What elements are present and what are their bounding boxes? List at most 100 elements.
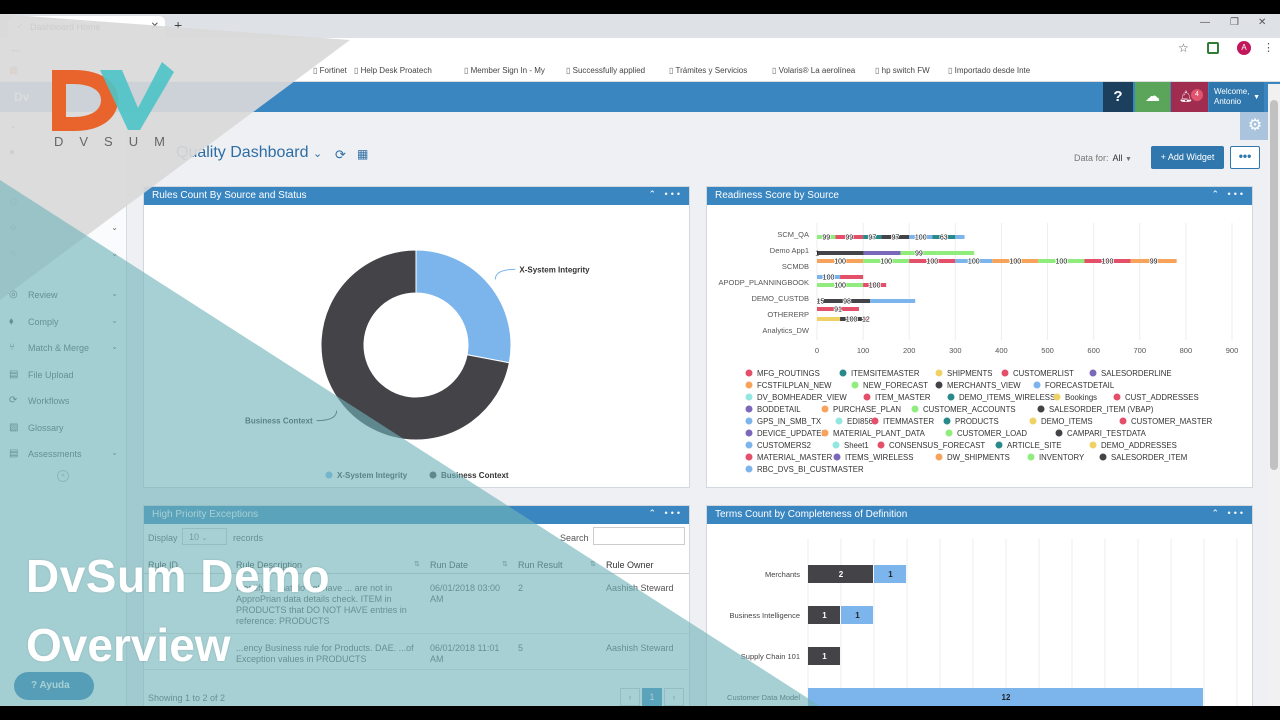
settings-gear-button[interactable]: ⚙ [1240, 112, 1270, 140]
legend-item[interactable]: ARTICLE_SITE [1007, 441, 1061, 450]
minimize-icon[interactable]: — [1200, 17, 1210, 28]
page-1-button[interactable]: 1 [642, 688, 662, 706]
sort-icon[interactable]: ⇅ [220, 560, 226, 568]
bookmark-item[interactable]: Successfully applied [566, 66, 645, 75]
widget-controls[interactable]: ⌃ ••• [1212, 508, 1247, 519]
legend-item[interactable]: DEMO_ITEMS [1041, 417, 1093, 426]
notifications-button[interactable]: 🔔︎ 4 [1171, 82, 1208, 112]
legend-item[interactable]: DW_SHIPMENTS [947, 453, 1010, 462]
page-size-select[interactable]: 10 ⌄ [182, 528, 227, 545]
collapse-sidebar-icon[interactable]: « [57, 470, 69, 482]
prev-page-button[interactable]: ‹ [620, 688, 640, 706]
sidebar-item-alerts[interactable]: ● [0, 140, 127, 166]
page-scrollbar[interactable] [1268, 84, 1280, 706]
readiness-bar-segment[interactable] [955, 235, 965, 239]
legend-item[interactable]: X-System Integrity [337, 471, 408, 480]
user-menu[interactable]: Welcome, Antonio ▼ [1209, 82, 1264, 112]
bookmark-item[interactable]: Help Desk Proatech [354, 66, 432, 75]
column-header[interactable]: Rule Description [236, 560, 302, 570]
widget-controls[interactable]: ⌃ ••• [1212, 189, 1247, 200]
legend-item[interactable]: CUSTOMER_MASTER [1131, 417, 1213, 426]
legend-item[interactable]: RBC_DVS_BI_CUSTMASTER [757, 465, 864, 474]
cloud-sync-button[interactable]: ☁ [1135, 82, 1170, 112]
legend-item[interactable]: CUSTOMER_ACCOUNTS [923, 405, 1016, 414]
sidebar-item-dashboard[interactable]: ◔ [0, 116, 127, 142]
calendar-settings-icon[interactable]: ▦ [357, 147, 368, 161]
legend-item[interactable]: CUSTOMERS2 [757, 441, 811, 450]
extension-icon[interactable] [1207, 42, 1219, 54]
data-for-filter[interactable]: Data for: All ▼ [1074, 153, 1132, 163]
widget-controls[interactable]: ⌃ ••• [649, 508, 684, 519]
back-icon[interactable]: ← [9, 41, 22, 56]
sort-icon[interactable]: ⇅ [414, 560, 420, 568]
browser-menu-icon[interactable]: ⋮ [1263, 41, 1274, 54]
legend-item[interactable]: CONSENSUS_FORECAST [889, 441, 985, 450]
legend-item[interactable]: NEW_FORECAST [863, 381, 928, 390]
legend-item[interactable]: BODDETAIL [757, 405, 801, 414]
legend-item[interactable]: INVENTORY [1039, 453, 1085, 462]
legend-item[interactable]: DEMO_ITEMS_WIRELESS [959, 393, 1055, 402]
sort-icon[interactable]: ⇅ [502, 560, 508, 568]
add-widget-button[interactable]: + Add Widget [1151, 146, 1224, 169]
legend-item[interactable]: SALESORDERLINE [1101, 369, 1172, 378]
new-tab-button[interactable]: + [174, 17, 182, 33]
maximize-icon[interactable]: ❐ [1230, 17, 1239, 28]
readiness-bar-segment[interactable] [937, 251, 975, 255]
sidebar-item-file-upload[interactable]: ▤ File Upload [0, 362, 127, 388]
apps-grid-icon[interactable]: ▦ [9, 65, 18, 76]
search-input[interactable] [593, 527, 685, 545]
readiness-bar-segment[interactable] [817, 251, 864, 255]
refresh-icon[interactable]: ⟳ [335, 147, 346, 163]
legend-item[interactable]: CUSTOMER_LOAD [957, 429, 1027, 438]
column-header[interactable]: Rule Owner [606, 560, 654, 570]
bookmark-item[interactable]: Importado desde Inte [948, 66, 1031, 75]
legend-item[interactable]: Sheet1 [844, 441, 869, 450]
sidebar-item-discover[interactable]: ✥ ⌄ [0, 216, 127, 242]
legend-item[interactable]: Bookings [1065, 393, 1097, 402]
sidebar-item-workflows[interactable]: ⟳ Workflows [0, 388, 127, 414]
table-row[interactable]: Identify ... that do not have ... are no… [144, 576, 689, 634]
sidebar-item-settings[interactable]: ⚙ [0, 190, 127, 216]
column-header[interactable]: Rule ID [148, 560, 178, 570]
legend-item[interactable]: CUST_ADDRESSES [1125, 393, 1199, 402]
legend-item[interactable]: SHIPMENTS [947, 369, 993, 378]
sort-icon[interactable]: ⇅ [590, 560, 596, 568]
app-brand[interactable]: Dv [14, 90, 29, 104]
legend-item[interactable]: FORECASTDETAIL [1045, 381, 1115, 390]
legend-item[interactable]: ITEMS_WIRELESS [845, 453, 913, 462]
sidebar-item-glossary[interactable]: ▧ Glossary [0, 415, 127, 441]
column-header[interactable]: Run Result [518, 560, 563, 570]
column-header[interactable]: Run Date [430, 560, 468, 570]
legend-item[interactable]: SALESORDER_ITEM [1111, 453, 1187, 462]
legend-item[interactable]: Business Context [441, 471, 509, 480]
bookmark-item[interactable]: hp switch FW [875, 66, 930, 75]
legend-item[interactable]: DV_BOMHEADER_VIEW [757, 393, 847, 402]
sidebar-item-edit[interactable]: ✎ ⌄ [0, 242, 127, 268]
bookmark-star-icon[interactable]: ☆ [1178, 41, 1189, 55]
legend-item[interactable]: FCSTFILPLAN_NEW [757, 381, 832, 390]
scrollbar-thumb[interactable] [1270, 100, 1278, 470]
more-options-button[interactable]: ••• [1230, 146, 1260, 169]
readiness-bar-segment[interactable] [870, 299, 916, 303]
legend-item[interactable]: EDI856 [847, 417, 873, 426]
legend-item[interactable]: CUSTOMERLIST [1013, 369, 1074, 378]
legend-item[interactable]: SALESORDER_ITEM (VBAP) [1049, 405, 1154, 414]
readiness-bar-segment[interactable] [863, 251, 901, 255]
legend-item[interactable]: ITEM_MASTER [875, 393, 931, 402]
readiness-bar-segment[interactable] [817, 317, 841, 321]
sidebar-item-assessments[interactable]: ▤ Assessments ⌄ [0, 441, 127, 467]
legend-item[interactable]: DEVICE_UPDATES [757, 429, 827, 438]
donut-slice[interactable] [415, 249, 512, 364]
next-page-button[interactable]: › [664, 688, 684, 706]
page-title[interactable]: Quality Dashboard ⌄ [176, 144, 322, 162]
ayuda-help-button[interactable]: ? Ayuda [14, 672, 94, 700]
sidebar-item-comply[interactable]: ⬧ Comply ⌄ [0, 309, 127, 335]
legend-item[interactable]: CAMPARI_TESTDATA [1067, 429, 1147, 438]
help-button[interactable]: ? [1103, 82, 1133, 112]
legend-item[interactable]: PURCHASE_PLAN [833, 405, 901, 414]
sidebar-item-match-merge[interactable]: ⑂ Match & Merge ⌄ [0, 335, 127, 361]
legend-item[interactable]: ITEMMASTER [883, 417, 934, 426]
legend-item[interactable]: MATERIAL_PLANT_DATA [833, 429, 926, 438]
profile-avatar[interactable]: A [1237, 41, 1251, 55]
bookmark-item[interactable]: Fortinet [313, 66, 347, 75]
